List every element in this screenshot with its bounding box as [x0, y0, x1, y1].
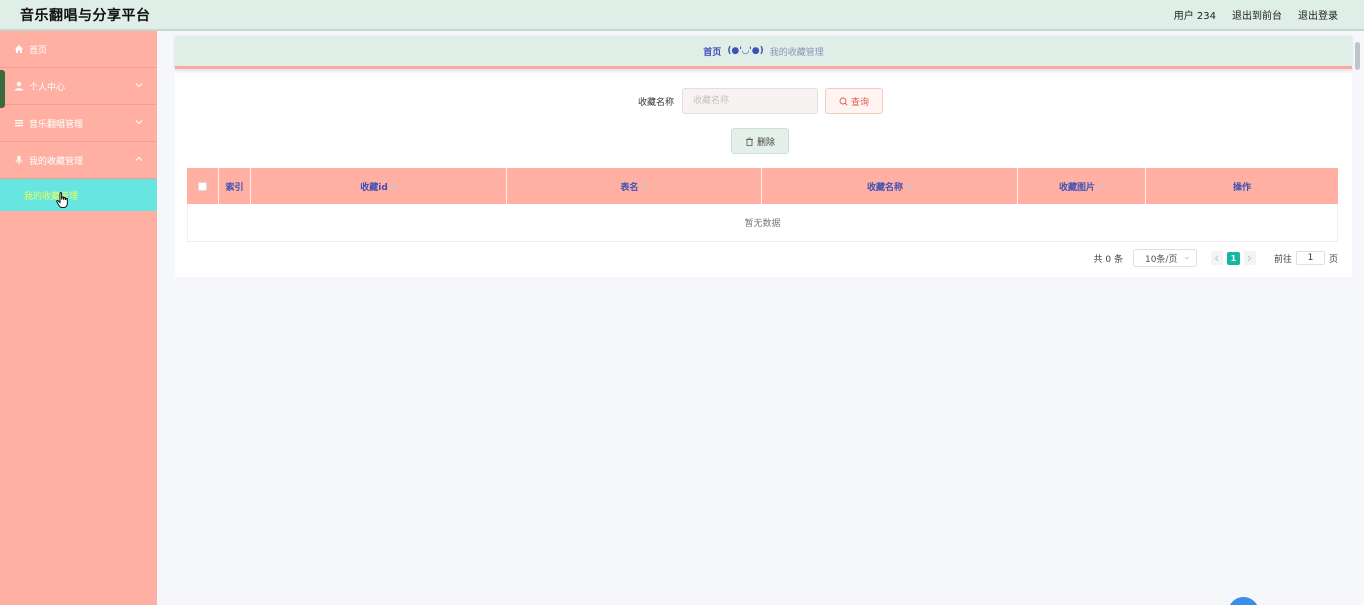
delete-button[interactable]: 删除: [731, 128, 789, 154]
column-header-favorite-name[interactable]: 收藏名称: [762, 168, 1018, 204]
trash-icon: [745, 137, 753, 146]
column-header-table-name[interactable]: 表名: [507, 168, 762, 204]
sort-icon[interactable]: [907, 182, 912, 190]
pagination: 共 0 条 10条/页 1 前往 1 页: [1094, 249, 1338, 267]
prev-page-button[interactable]: [1210, 251, 1223, 265]
column-header-label: 收藏名称: [866, 182, 903, 193]
column-header-label: 收藏图片: [1058, 182, 1095, 193]
favorites-table: 索引 收藏id 表名 收藏名称 收藏图片 操作 暂无数据: [187, 168, 1338, 242]
content-panel: 收藏名称 查询 删除 索引 收藏id 表名 收藏名称 收藏图片 操作 暂无数据 …: [175, 73, 1352, 277]
breadcrumb-separator: (●'◡'●): [727, 46, 764, 56]
mic-icon: [13, 154, 25, 166]
page-scrollbar[interactable]: [1355, 42, 1360, 70]
select-all-checkbox[interactable]: [198, 181, 207, 191]
goto-prefix: 前往: [1273, 254, 1292, 265]
sidebar-item-home[interactable]: 首页: [0, 31, 157, 68]
column-header-actions: 操作: [1146, 168, 1338, 204]
floating-action-button[interactable]: [1228, 597, 1259, 605]
sidebar-item-label: 我的收藏管理: [29, 156, 84, 167]
sort-icon[interactable]: [642, 182, 648, 190]
home-icon: [13, 43, 25, 55]
user-label: 用户 234: [1173, 11, 1216, 22]
goto-suffix: 页: [1328, 254, 1338, 265]
search-input[interactable]: [682, 88, 819, 114]
top-nav: 用户 234 退出到前台 退出登录: [1158, 0, 1338, 29]
table-header: 索引 收藏id 表名 收藏名称 收藏图片 操作: [187, 168, 1338, 204]
breadcrumb-home[interactable]: 首页: [703, 45, 721, 58]
chevron-down-icon: [135, 120, 143, 125]
goto-page: 前往 1 页: [1274, 251, 1338, 265]
chevron-down-icon: [135, 83, 143, 88]
search-label: 收藏名称: [638, 97, 675, 108]
logout-link[interactable]: 退出登录: [1298, 7, 1338, 22]
sidebar-item-label: 首页: [29, 45, 48, 56]
chevron-down-icon: [1184, 256, 1190, 260]
pagination-total: 共 0 条: [1093, 254, 1123, 265]
empty-text: 暂无数据: [744, 219, 781, 229]
breadcrumb-current: 我的收藏管理: [769, 47, 824, 58]
select-all-cell: [187, 168, 219, 204]
sidebar-subitem-my-favorites[interactable]: 我的收藏管理: [0, 179, 157, 211]
top-bar: 音乐翻唱与分享平台 用户 234 退出到前台 退出登录: [0, 0, 1364, 31]
column-header-index: 索引: [219, 168, 251, 204]
chevron-up-icon: [135, 156, 143, 161]
app-title: 音乐翻唱与分享平台: [20, 7, 151, 24]
chevron-left-icon: [1215, 255, 1219, 261]
chevron-right-icon: [1248, 255, 1252, 261]
sort-icon[interactable]: [1099, 182, 1104, 190]
sidebar-item-cover-management[interactable]: 音乐翻唱管理: [0, 105, 157, 142]
sidebar-drag-handle[interactable]: [0, 70, 5, 108]
sidebar-item-profile[interactable]: 个人中心: [0, 68, 157, 105]
sidebar: 首页 个人中心 音乐翻唱管理 我的收藏管理 我的收藏管理: [0, 31, 157, 605]
column-header-label: 索引: [225, 182, 244, 193]
front-link[interactable]: 退出到前台: [1232, 7, 1282, 22]
goto-page-input[interactable]: 1: [1295, 251, 1325, 265]
column-header-favorite-image[interactable]: 收藏图片: [1018, 168, 1146, 204]
page-size-value: 10条/页: [1144, 254, 1178, 265]
column-header-label: 表名: [620, 182, 639, 193]
sidebar-item-label: 个人中心: [29, 82, 66, 93]
breadcrumb: 首页 (●'◡'●) 我的收藏管理: [175, 36, 1352, 69]
page-number-current[interactable]: 1: [1226, 251, 1240, 265]
user-icon: [13, 80, 25, 92]
table-empty-row: 暂无数据: [187, 204, 1338, 242]
delete-button-label: 删除: [756, 137, 775, 148]
search-button[interactable]: 查询: [825, 88, 884, 114]
next-page-button[interactable]: [1243, 251, 1256, 265]
column-header-favorite-id[interactable]: 收藏id: [251, 168, 507, 204]
search-bar: 收藏名称 查询: [638, 88, 884, 114]
search-icon: [839, 97, 848, 106]
column-header-label: 收藏id: [360, 182, 388, 193]
sidebar-subitem-label: 我的收藏管理: [24, 191, 79, 202]
sidebar-item-label: 音乐翻唱管理: [29, 119, 84, 130]
sidebar-item-favorites[interactable]: 我的收藏管理: [0, 142, 157, 179]
menu-icon: [13, 117, 25, 129]
hand-cursor-icon: [56, 192, 68, 209]
column-header-label: 操作: [1232, 182, 1251, 193]
search-button-label: 查询: [851, 97, 870, 108]
page-size-select[interactable]: 10条/页: [1132, 249, 1197, 267]
sort-icon[interactable]: [391, 182, 397, 190]
